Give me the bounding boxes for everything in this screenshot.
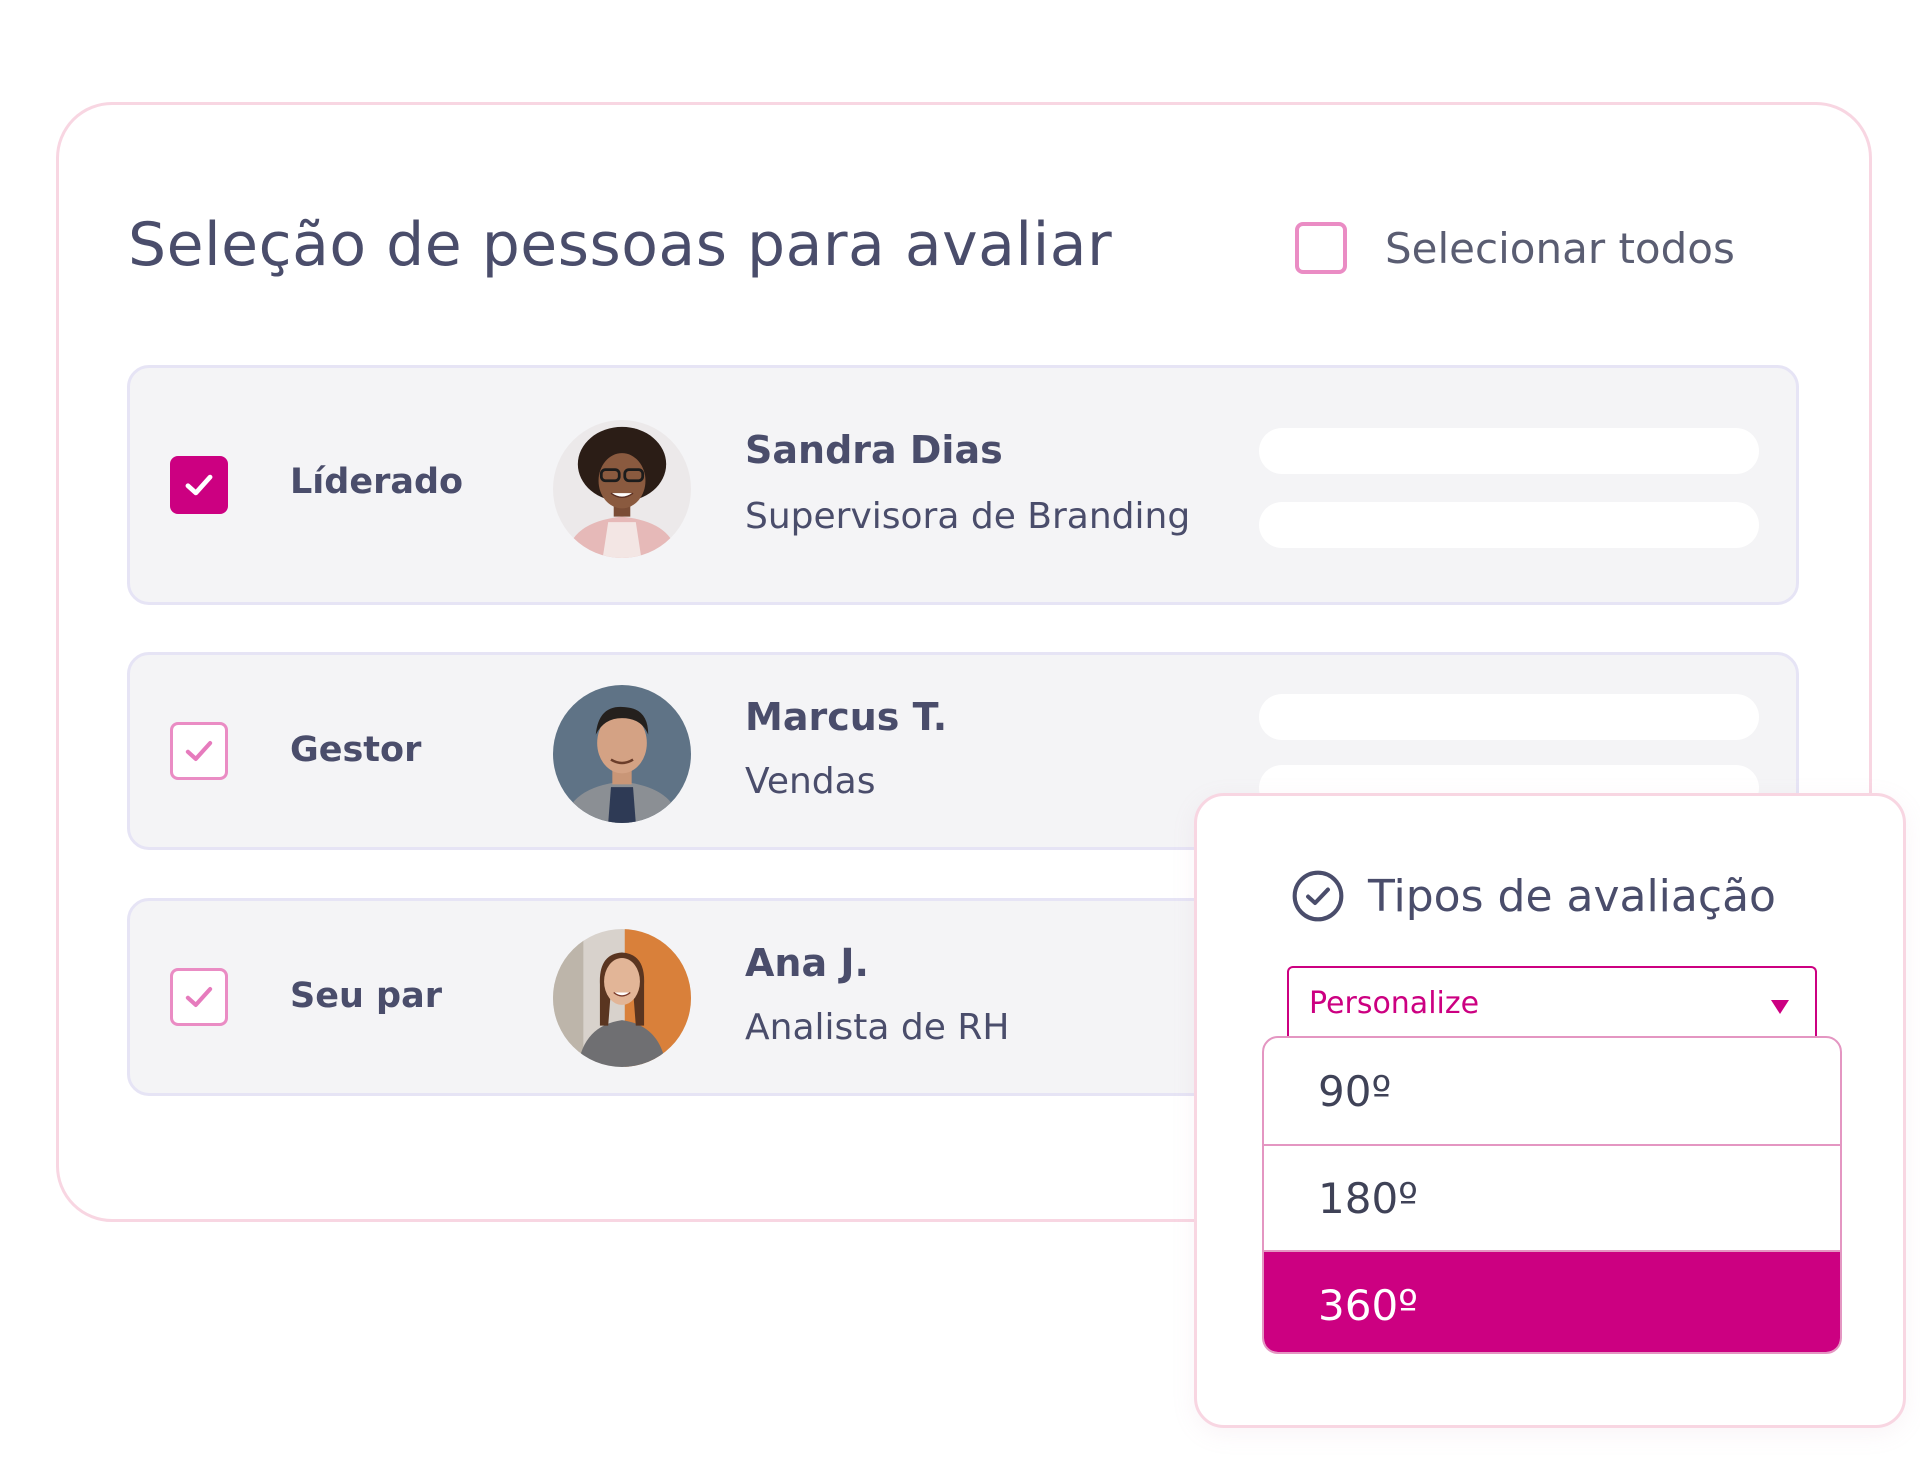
row-role: Gestor bbox=[290, 730, 422, 770]
person-name: Marcus T. bbox=[745, 695, 948, 739]
placeholder-bar bbox=[1259, 502, 1759, 548]
avatar bbox=[553, 420, 691, 558]
avatar-photo-icon bbox=[553, 929, 691, 1067]
checkbox-icon[interactable] bbox=[1295, 222, 1347, 274]
avatar bbox=[553, 685, 691, 823]
row-checkbox-checked[interactable] bbox=[170, 968, 228, 1026]
row-role: Líderado bbox=[290, 462, 464, 502]
person-subtitle: Vendas bbox=[745, 761, 876, 802]
person-name: Sandra Dias bbox=[745, 428, 1003, 472]
option-360[interactable]: 360º bbox=[1264, 1250, 1840, 1352]
person-subtitle: Analista de RH bbox=[745, 1007, 1010, 1048]
check-icon bbox=[185, 474, 213, 496]
option-180[interactable]: 180º bbox=[1264, 1144, 1840, 1250]
avatar-photo-icon bbox=[553, 685, 691, 823]
option-90[interactable]: 90º bbox=[1264, 1038, 1840, 1144]
row-checkbox-checked[interactable] bbox=[170, 722, 228, 780]
select-all-label: Selecionar todos bbox=[1385, 223, 1735, 273]
evaluation-types-label: Tipos de avaliação bbox=[1368, 870, 1776, 922]
person-row: Líderado Sandra Dias Supervisora de Bran… bbox=[127, 365, 1799, 605]
placeholder-bar bbox=[1259, 428, 1759, 474]
page-title: Seleção de pessoas para avaliar bbox=[128, 210, 1113, 280]
select-all-checkbox[interactable]: Selecionar todos bbox=[1295, 222, 1735, 274]
row-checkbox-checked[interactable] bbox=[170, 456, 228, 514]
select-value: Personalize bbox=[1309, 986, 1480, 1021]
check-icon bbox=[185, 987, 213, 1007]
avatar-photo-icon bbox=[553, 420, 691, 558]
placeholder-bar bbox=[1259, 694, 1759, 740]
avatar bbox=[553, 929, 691, 1067]
evaluation-type-dropdown: 90º 180º 360º bbox=[1262, 1036, 1842, 1354]
person-name: Ana J. bbox=[745, 941, 869, 985]
check-icon bbox=[185, 741, 213, 761]
caret-down-icon[interactable] bbox=[1771, 1000, 1789, 1014]
person-subtitle: Supervisora de Branding bbox=[745, 496, 1191, 537]
check-circle-icon bbox=[1290, 868, 1346, 924]
evaluation-types-title: Tipos de avaliação bbox=[1290, 868, 1776, 924]
row-role: Seu par bbox=[290, 976, 442, 1016]
